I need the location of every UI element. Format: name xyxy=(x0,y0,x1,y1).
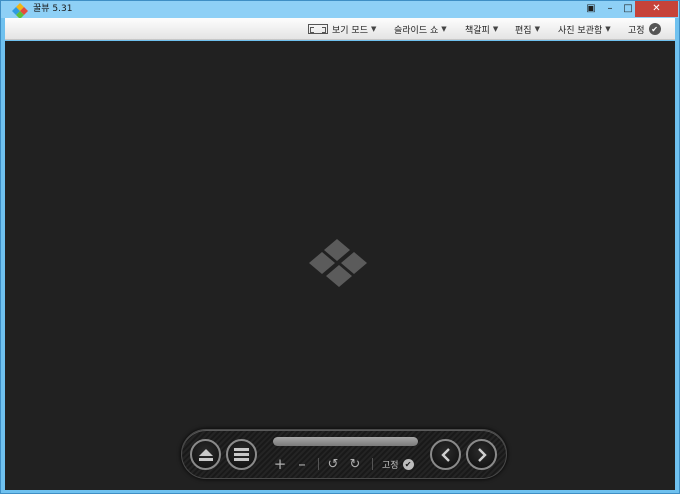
menu-pin[interactable]: 고정 ✔ xyxy=(628,18,661,40)
pin-label: 고정 xyxy=(382,461,399,471)
rotate-right-icon: ↻ xyxy=(349,456,361,472)
rotate-left-button[interactable]: ↺ xyxy=(325,456,341,472)
menu-bar: 보기 모드 ▼ 슬라이드 쇼 ▼ 책갈피 ▼ 편집 ▼ 사진 보관함 ▼ 고정 … xyxy=(5,18,675,40)
menu-label: 사진 보관함 xyxy=(558,25,603,36)
window-title: 꿀뷰 5.31 xyxy=(33,4,73,14)
zoom-in-icon: + xyxy=(273,455,287,473)
fullscreen-button[interactable]: ▣ xyxy=(583,1,599,17)
menu-edit[interactable]: 편집 ▼ xyxy=(515,18,540,40)
dropdown-arrow-icon: ▼ xyxy=(370,25,377,33)
menu-label: 보기 모드 xyxy=(332,25,368,36)
menu-label: 고정 xyxy=(628,25,645,36)
menu-view-mode[interactable]: 보기 모드 ▼ xyxy=(308,18,376,40)
menu-button[interactable] xyxy=(226,439,257,470)
honeyview-logo-icon xyxy=(309,239,367,287)
menu-label: 책갈피 xyxy=(465,25,490,36)
eject-button[interactable] xyxy=(190,439,221,470)
pin-toggle[interactable]: 고정 ✔ xyxy=(382,458,414,471)
image-viewer-area[interactable]: + – ↺ ↻ 고정 ✔ xyxy=(5,41,675,490)
menu-bookmark[interactable]: 책갈피 ▼ xyxy=(465,18,498,40)
previous-button[interactable] xyxy=(430,439,461,470)
zoom-out-button[interactable]: – xyxy=(294,455,310,473)
next-button[interactable] xyxy=(466,439,497,470)
app-logo-icon xyxy=(12,3,28,19)
chevron-right-icon xyxy=(477,447,487,462)
dropdown-arrow-icon: ▼ xyxy=(492,25,499,33)
menu-photo-archive[interactable]: 사진 보관함 ▼ xyxy=(558,18,611,40)
zoom-in-button[interactable]: + xyxy=(272,455,288,473)
dropdown-arrow-icon: ▼ xyxy=(441,25,447,33)
dropdown-arrow-icon: ▼ xyxy=(605,25,611,33)
seek-bar[interactable] xyxy=(273,437,418,446)
chevron-left-icon xyxy=(440,447,450,462)
minimize-icon: – xyxy=(607,3,613,14)
close-icon: ✕ xyxy=(652,3,661,14)
eject-icon xyxy=(198,448,213,461)
menu-label: 편집 xyxy=(515,25,532,36)
minimize-button[interactable]: – xyxy=(601,1,619,17)
menu-label: 슬라이드 쇼 xyxy=(394,25,439,36)
menu-slideshow[interactable]: 슬라이드 쇼 ▼ xyxy=(394,18,447,40)
rotate-right-button[interactable]: ↻ xyxy=(347,456,363,472)
title-bar[interactable]: 꿀뷰 5.31 ▣ – □ ✕ xyxy=(1,1,679,19)
app-window: 꿀뷰 5.31 ▣ – □ ✕ 보기 모드 ▼ 슬라이드 쇼 ▼ 책갈피 ▼ 편… xyxy=(0,0,680,494)
dropdown-arrow-icon: ▼ xyxy=(534,25,540,33)
menu-icon xyxy=(234,448,249,461)
zoom-out-icon: – xyxy=(298,455,306,473)
check-icon: ✔ xyxy=(402,459,414,470)
control-bar: + – ↺ ↻ 고정 ✔ xyxy=(181,429,507,479)
rotate-left-icon: ↺ xyxy=(327,456,339,472)
check-icon: ✔ xyxy=(648,23,661,35)
view-mode-icon xyxy=(308,24,328,34)
close-button[interactable]: ✕ xyxy=(635,1,678,17)
fullscreen-icon: ▣ xyxy=(586,3,596,14)
divider xyxy=(318,458,319,470)
maximize-icon: □ xyxy=(623,3,633,14)
divider xyxy=(372,458,373,470)
